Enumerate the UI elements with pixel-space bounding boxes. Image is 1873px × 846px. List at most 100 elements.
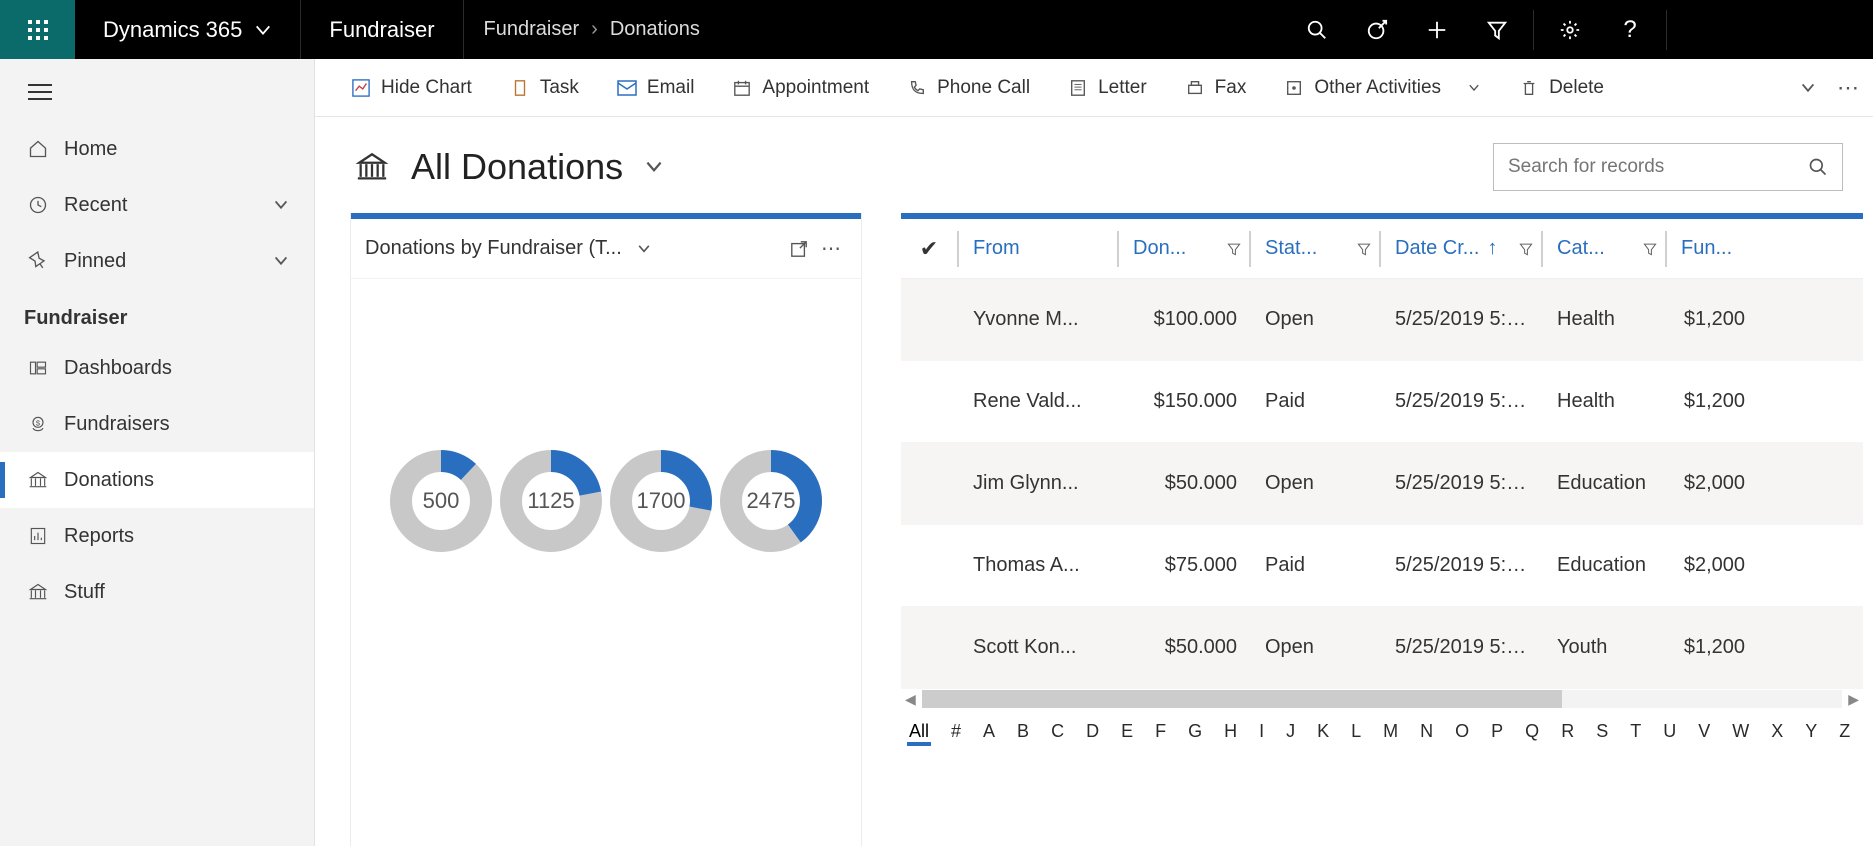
alpha-letter[interactable]: P [1491,721,1503,742]
select-all[interactable]: ✔ [901,231,959,267]
scroll-left-icon[interactable]: ◀ [905,691,916,708]
horizontal-scrollbar[interactable]: ◀ ▶ [901,689,1863,709]
funnel-icon[interactable] [1357,242,1371,256]
app-launcher[interactable] [0,0,75,59]
cmd-delete[interactable]: Delete [1505,67,1618,109]
alpha-all[interactable]: All [909,721,929,742]
funnel-icon[interactable] [1519,242,1533,256]
pin-icon [24,251,52,271]
sidebar-pinned[interactable]: Pinned [0,233,314,289]
alpha-letter[interactable]: X [1771,721,1783,742]
funnel-icon[interactable] [1643,242,1657,256]
donut[interactable]: 1700 [609,449,713,553]
alpha-letter[interactable]: S [1596,721,1608,742]
alpha-letter[interactable]: B [1017,721,1029,742]
phone-icon [907,78,927,98]
breadcrumb-current[interactable]: Donations [610,18,700,41]
alpha-letter[interactable]: T [1630,721,1641,742]
col-status[interactable]: Stat... [1251,231,1381,267]
cmd-appointment[interactable]: Appointment [718,67,883,109]
alpha-letter[interactable]: Y [1805,721,1817,742]
alpha-letter[interactable]: R [1561,721,1574,742]
alpha-letter[interactable]: Q [1525,721,1539,742]
chart-more-icon[interactable]: ⋯ [815,236,847,261]
filter-button[interactable] [1467,0,1527,59]
chevron-down-icon[interactable] [636,241,652,257]
alpha-letter[interactable]: A [983,721,995,742]
search-icon[interactable] [1808,157,1828,177]
alpha-letter[interactable]: H [1224,721,1237,742]
cmd-letter[interactable]: Letter [1054,67,1161,109]
col-date-created[interactable]: Date Cr...↑ [1381,231,1543,267]
chevron-down-icon[interactable] [643,156,665,178]
donut[interactable]: 2475 [719,449,823,553]
breadcrumb-root[interactable]: Fundraiser [484,18,580,41]
chevron-down-icon [272,196,290,214]
task-flow-button[interactable] [1347,0,1407,59]
alpha-letter[interactable]: E [1121,721,1133,742]
col-donation[interactable]: Don... [1119,231,1251,267]
sidebar-reports[interactable]: Reports [0,508,314,564]
alpha-letter[interactable]: K [1317,721,1329,742]
cmd-fax[interactable]: Fax [1171,67,1261,109]
cmd-more-chevron[interactable] [1799,79,1817,97]
cell-status: Open [1251,472,1381,495]
alpha-letter[interactable]: L [1351,721,1361,742]
funnel-icon[interactable] [1227,242,1241,256]
brand-label: Dynamics 365 [103,17,242,43]
alpha-letter[interactable]: J [1286,721,1295,742]
alpha-letter[interactable]: W [1732,721,1749,742]
calendar-icon [732,78,752,98]
donut[interactable]: 1125 [499,449,603,553]
alpha-letter[interactable]: # [951,721,961,742]
search-records[interactable] [1493,143,1843,191]
sidebar-fundraisers[interactable]: $ Fundraisers [0,396,314,452]
alpha-letter[interactable]: F [1155,721,1166,742]
sidebar-recent[interactable]: Recent [0,177,314,233]
table-row[interactable]: Thomas A... $75.000 Paid 5/25/2019 5:0..… [901,525,1863,607]
user-area[interactable] [1673,0,1873,59]
brand-menu[interactable]: Dynamics 365 [75,0,301,59]
sidebar-donations[interactable]: Donations [0,452,314,508]
col-from[interactable]: From [959,231,1119,267]
sidebar-dashboards[interactable]: Dashboards [0,340,314,396]
alpha-letter[interactable]: U [1663,721,1676,742]
sidebar-toggle[interactable] [0,63,314,121]
alpha-letter[interactable]: D [1086,721,1099,742]
sidebar-stuff[interactable]: Stuff [0,564,314,620]
cmd-hide-chart[interactable]: Hide Chart [337,67,486,109]
search-input[interactable] [1508,156,1808,178]
alpha-letter[interactable]: C [1051,721,1064,742]
table-row[interactable]: Scott Kon... $50.000 Open 5/25/2019 5:0.… [901,607,1863,689]
col-category[interactable]: Cat... [1543,231,1667,267]
alpha-letter[interactable]: V [1698,721,1710,742]
search-button[interactable] [1287,0,1347,59]
settings-button[interactable] [1540,0,1600,59]
cmd-email[interactable]: Email [603,67,709,109]
donut[interactable]: 500 [389,449,493,553]
cmd-phone-call[interactable]: Phone Call [893,67,1044,109]
cmd-other-activities[interactable]: Other Activities [1270,67,1495,109]
col-fundraiser[interactable]: Fun... [1667,231,1759,267]
alpha-letter[interactable]: I [1259,721,1264,742]
alpha-letter[interactable]: G [1188,721,1202,742]
scroll-right-icon[interactable]: ▶ [1848,691,1859,708]
help-button[interactable]: ? [1600,0,1660,59]
app-name[interactable]: Fundraiser [301,0,463,59]
gear-icon [1559,19,1581,41]
top-actions: ? [1287,0,1673,59]
expand-chart-icon[interactable] [783,240,815,258]
alpha-letter[interactable]: O [1455,721,1469,742]
alpha-letter[interactable]: M [1383,721,1398,742]
sidebar-home[interactable]: Home [0,121,314,177]
table-row[interactable]: Yvonne M... $100.000 Open 5/25/2019 5:0.… [901,279,1863,361]
cmd-overflow[interactable]: ⋯ [1837,75,1861,101]
cmd-task[interactable]: Task [496,67,593,109]
table-row[interactable]: Jim Glynn... $50.000 Open 5/25/2019 5:0.… [901,443,1863,525]
table-row[interactable]: Rene Vald... $150.000 Paid 5/25/2019 5:0… [901,361,1863,443]
chart-title[interactable]: Donations by Fundraiser (T... [365,237,622,260]
new-button[interactable] [1407,0,1467,59]
alpha-letter[interactable]: Z [1839,721,1850,742]
view-title[interactable]: All Donations [411,146,623,188]
alpha-letter[interactable]: N [1420,721,1433,742]
